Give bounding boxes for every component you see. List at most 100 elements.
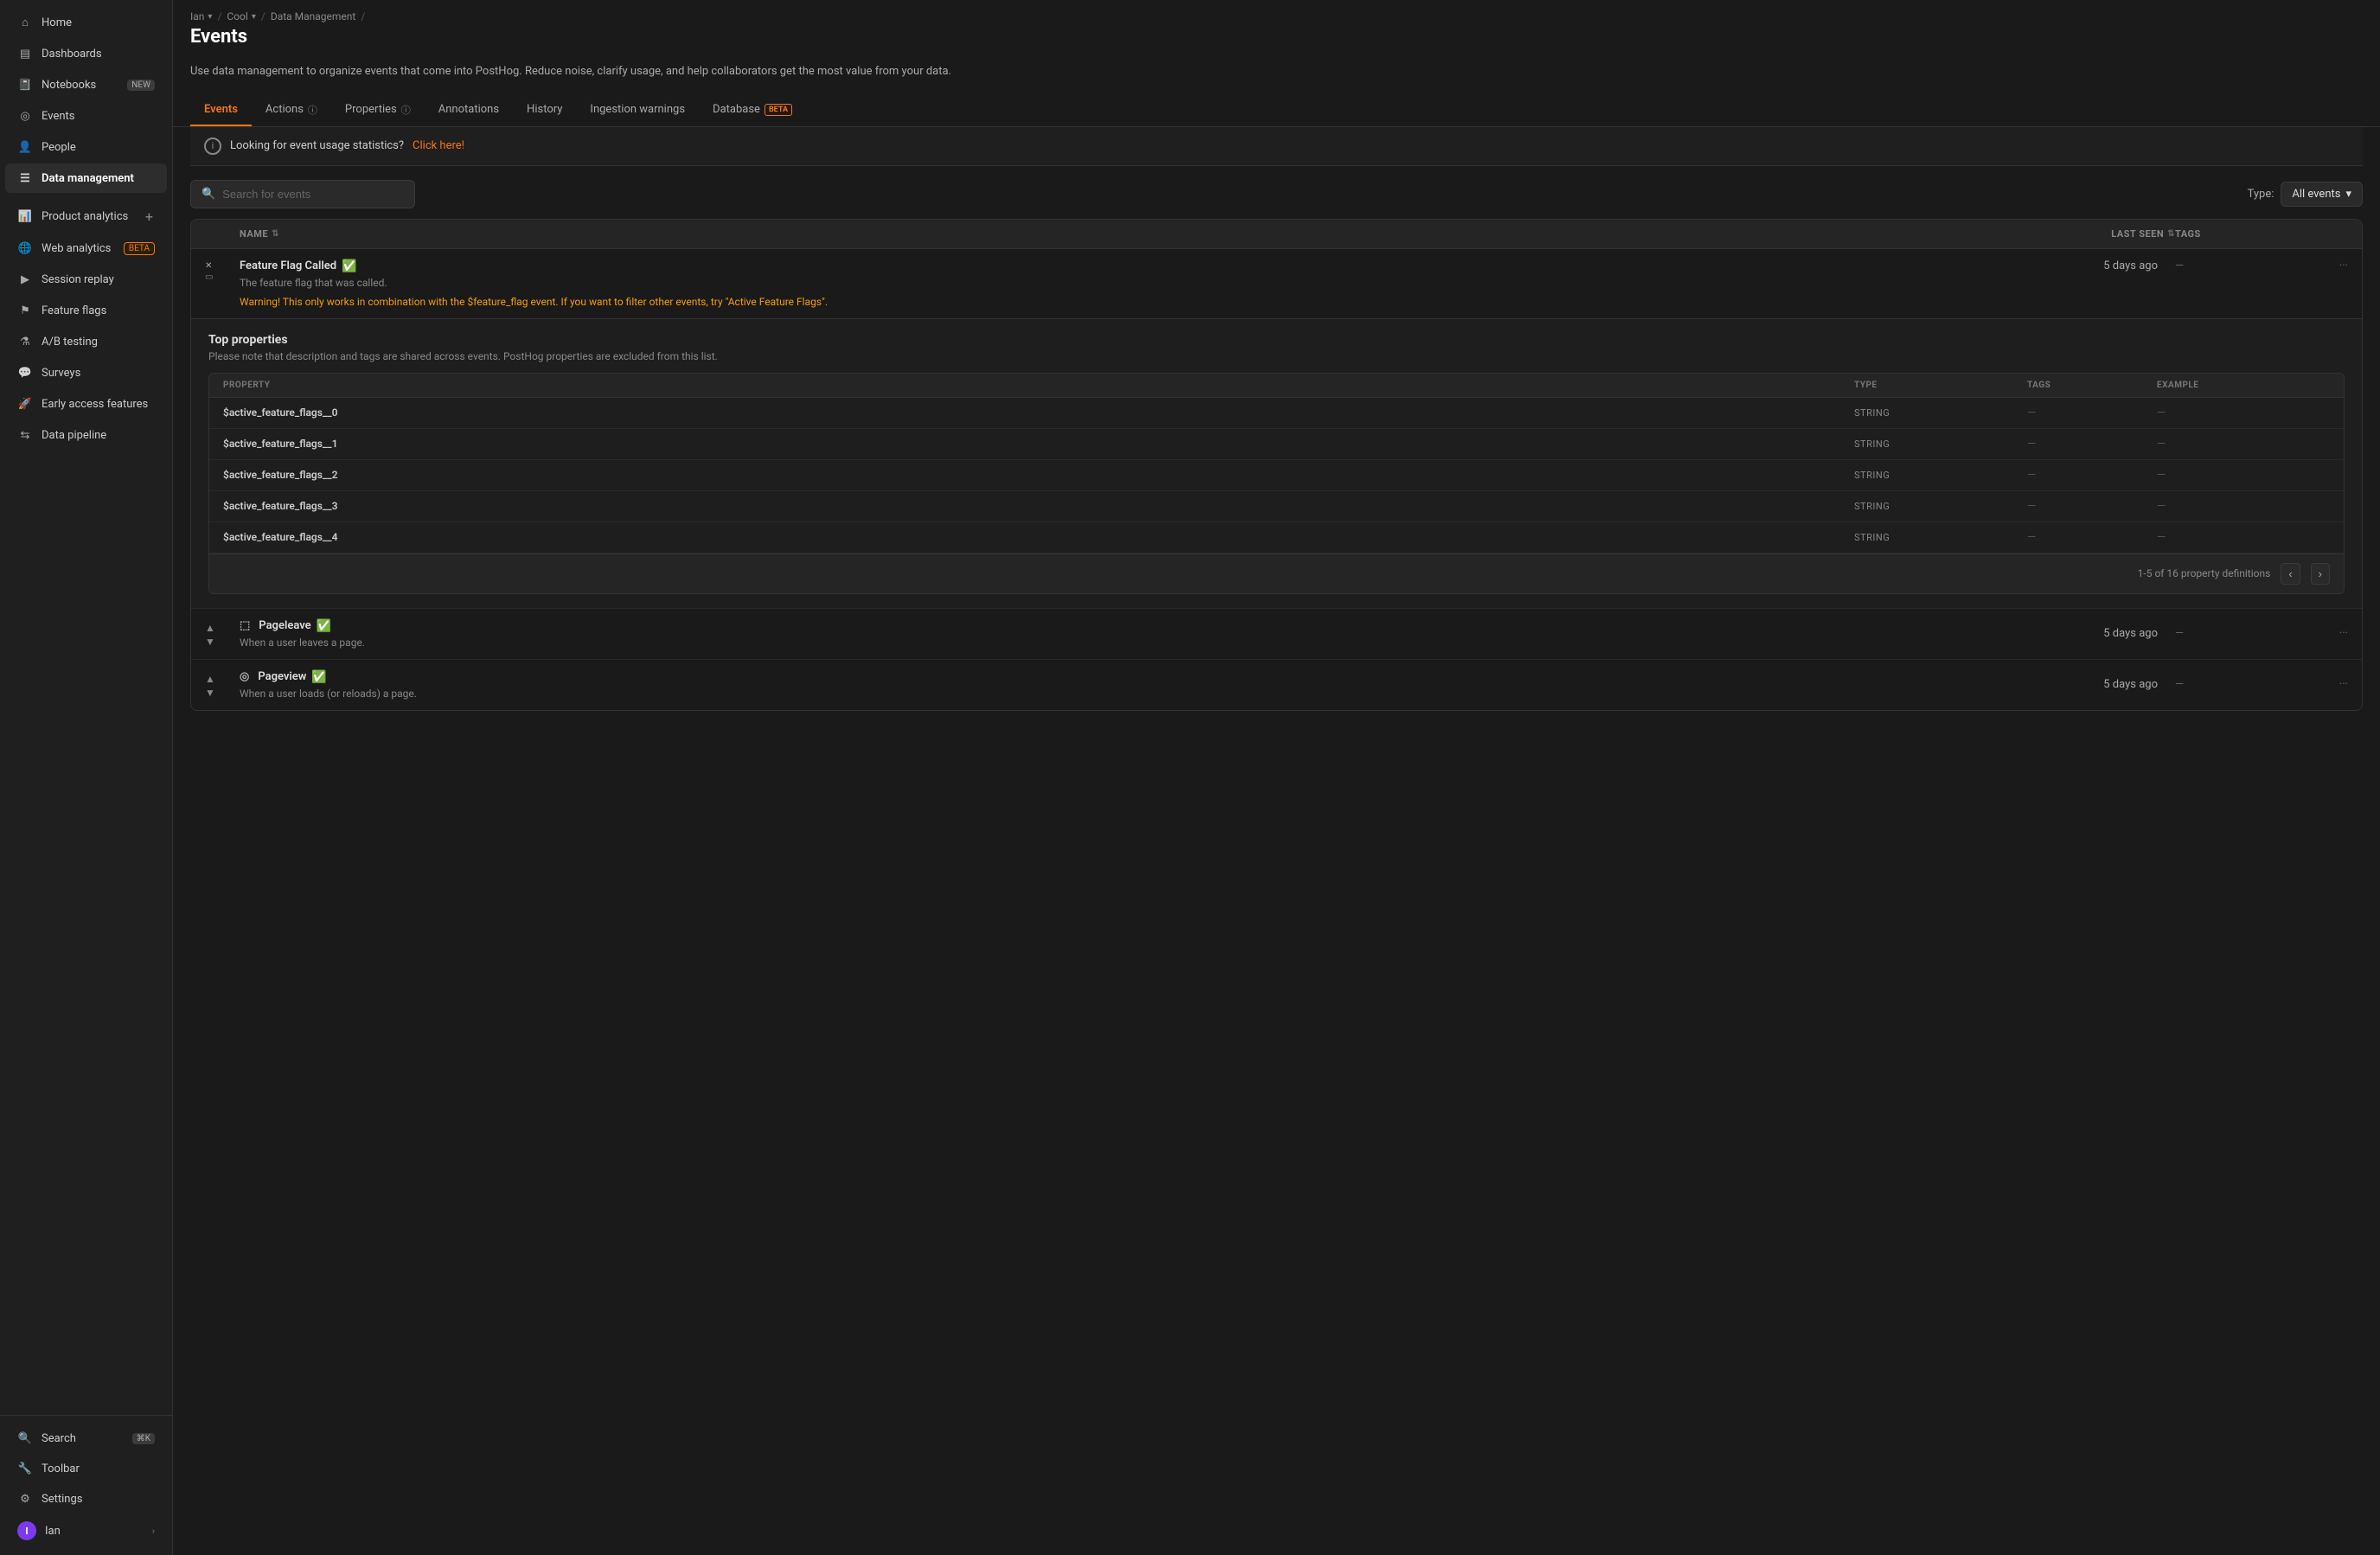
toolbar-icon: 🔧 [17,1461,33,1476]
chevron-right-icon: › [152,1526,155,1537]
property-row: $active_feature_flags__4 STRING — — [209,522,2344,554]
name-sort-icon[interactable]: ⇅ [272,229,279,239]
events-icon: ◎ [17,108,33,124]
sidebar-item-feature-flags[interactable]: ⚑ Feature flags [5,296,167,325]
type-filter-dropdown[interactable]: All events ▾ [2281,182,2363,207]
pipeline-icon: ⇆ [17,427,33,443]
content-area: i Looking for event usage statistics? Cl… [173,127,2380,1555]
people-icon: 👤 [17,139,33,155]
more-menu-button[interactable]: ··· [2305,259,2348,272]
tab-annotations[interactable]: Annotations [425,94,513,126]
search-input[interactable] [222,188,404,201]
sidebar: ⌂ Home ▤ Dashboards 📓 Notebooks NEW ◎ Ev… [0,0,173,1555]
sidebar-item-session-replay[interactable]: ▶ Session replay [5,265,167,294]
col-header-last-seen: LAST SEEN ⇅ [2002,228,2175,240]
sidebar-item-data-management[interactable]: ☰ Data management [5,163,167,193]
database-beta-badge: BETA [765,104,792,116]
new-badge: NEW [127,80,155,91]
ab-icon: ⚗ [17,334,33,349]
col-header-property: PROPERTY [223,381,1854,390]
notebook-icon: 📓 [17,77,33,93]
flags-icon: ⚑ [17,303,33,318]
verified-icon: ✅ [342,259,356,273]
tab-bar: Events Actions ⓘ Properties ⓘ Annotation… [173,94,2380,127]
avatar: I [17,1521,36,1540]
col-header-name: NAME ⇅ [240,228,2002,240]
top-properties-description: Please note that description and tags ar… [208,350,2345,362]
col-header-example: EXAMPLE [2157,381,2330,390]
props-table-header: PROPERTY TYPE TAGS EXAMPLE [209,374,2344,398]
sidebar-item-surveys[interactable]: 💬 Surveys [5,358,167,387]
sidebar-item-people[interactable]: 👤 People [5,132,167,162]
event-row-pageview: ▲ ▼ ◎ Pageview ✅ When a user loads (or r… [191,660,2362,710]
sidebar-item-dashboards[interactable]: ▤ Dashboards [5,39,167,68]
breadcrumb-cool[interactable]: Cool ▾ [227,10,255,22]
pagination-row: 1-5 of 16 property definitions ‹ › [209,554,2344,593]
col-header-type: TYPE [1854,381,2027,390]
property-row: $active_feature_flags__2 STRING — — [209,460,2344,491]
breadcrumb-cool-dropdown[interactable]: ▾ [252,12,256,22]
breadcrumb-data-management[interactable]: Data Management [271,10,356,22]
expand-button-pageleave[interactable]: ▲ ▼ [205,620,240,648]
sidebar-item-home[interactable]: ⌂ Home [5,8,167,37]
events-table: NAME ⇅ LAST SEEN ⇅ TAGS ✕ ▭ [190,219,2363,711]
properties-table: PROPERTY TYPE TAGS EXAMPLE $active_featu… [208,373,2345,594]
sidebar-item-settings[interactable]: ⚙ Settings [5,1484,167,1513]
top-properties-title: Top properties [208,333,2345,347]
main-content: Ian ▾ / Cool ▾ / Data Management / Event… [173,0,2380,1555]
sidebar-item-notebooks[interactable]: 📓 Notebooks NEW [5,70,167,99]
breadcrumb-ian[interactable]: Ian ▾ [190,10,212,22]
page-title: Events [173,26,2380,54]
tab-actions[interactable]: Actions ⓘ [252,94,331,127]
type-filter: Type: All events ▾ [2248,182,2363,207]
pagination-prev-button[interactable]: ‹ [2281,563,2300,585]
tab-database[interactable]: Database BETA [699,94,806,126]
tab-ingestion-warnings[interactable]: Ingestion warnings [576,94,699,126]
sidebar-item-web-analytics[interactable]: 🌐 Web analytics BETA [5,234,167,263]
col-header-prop-tags: TAGS [2027,381,2157,390]
event-tags: — [2175,259,2305,272]
replay-icon: ▶ [17,272,33,287]
expand-button-feature-flag[interactable]: ✕ ▭ [205,259,240,282]
data-icon: ☰ [17,170,33,186]
expand-button-pageview[interactable]: ▲ ▼ [205,671,240,699]
tab-properties[interactable]: Properties ⓘ [331,94,425,127]
web-icon: 🌐 [17,240,33,256]
pageleave-verified-icon: ✅ [317,619,331,633]
search-filter-row: 🔍 Type: All events ▾ [190,166,2363,219]
chevron-down-icon: ▾ [2345,188,2351,201]
banner-info-icon: i [204,138,221,155]
event-description: The feature flag that was called. [240,277,2002,289]
sidebar-item-product-analytics[interactable]: 📊 Product analytics + [5,202,167,232]
info-banner: i Looking for event usage statistics? Cl… [190,127,2363,166]
expanded-properties-panel: Top properties Please note that descript… [191,318,2362,608]
breadcrumb-ian-dropdown[interactable]: ▾ [208,12,212,22]
tab-events[interactable]: Events [190,94,252,126]
banner-link[interactable]: Click here! [413,139,464,152]
analytics-icon: 📊 [17,209,33,225]
sidebar-item-toolbar[interactable]: 🔧 Toolbar [5,1454,167,1483]
event-warning: Warning! This only works in combination … [240,296,2002,308]
search-box[interactable]: 🔍 [190,180,415,208]
sidebar-item-ab-testing[interactable]: ⚗ A/B testing [5,327,167,356]
settings-icon: ⚙ [17,1491,33,1507]
sidebar-item-search[interactable]: 🔍 Search ⌘K [5,1424,167,1453]
pageleave-icon: ⬚ [240,619,250,632]
last-seen-sort-icon[interactable]: ⇅ [2167,229,2175,239]
sidebar-item-data-pipeline[interactable]: ⇆ Data pipeline [5,420,167,450]
pageview-more-menu[interactable]: ··· [2305,678,2348,691]
tab-history[interactable]: History [513,94,576,126]
pageleave-more-menu[interactable]: ··· [2305,627,2348,640]
table-header: NAME ⇅ LAST SEEN ⇅ TAGS [191,220,2362,249]
sidebar-item-early-access[interactable]: 🚀 Early access features [5,389,167,419]
event-row-pageleave: ▲ ▼ ⬚ Pageleave ✅ When a user leaves a p… [191,609,2362,660]
pagination-next-button[interactable]: › [2311,563,2330,585]
properties-info-icon: ⓘ [401,103,411,117]
search-box-icon: 🔍 [202,188,215,201]
dashboard-icon: ▤ [17,46,33,61]
type-filter-label: Type: [2248,188,2274,201]
add-product-analytics-button[interactable]: + [144,208,155,225]
breadcrumb: Ian ▾ / Cool ▾ / Data Management / [173,0,2380,26]
user-profile[interactable]: I Ian › [5,1514,167,1547]
sidebar-item-events[interactable]: ◎ Events [5,101,167,131]
